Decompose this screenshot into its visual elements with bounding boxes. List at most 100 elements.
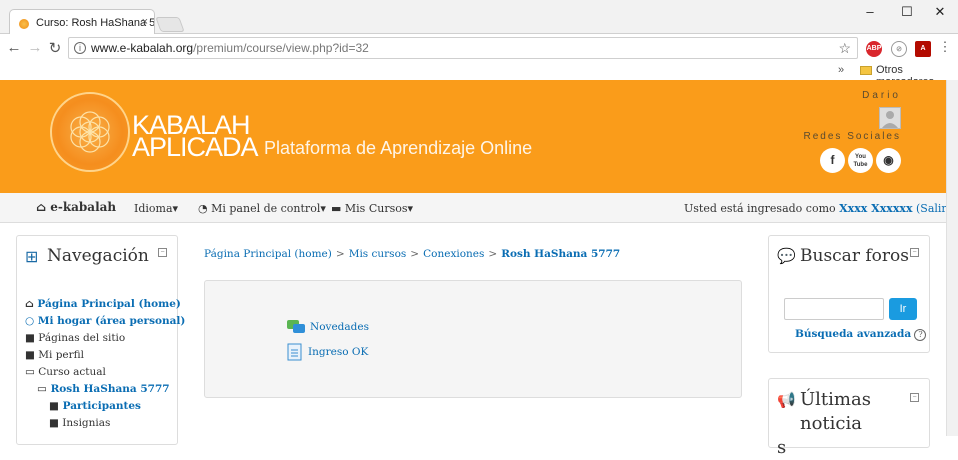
latest-news-title-line1: Últimas noticia [800, 389, 871, 434]
navbar-home-label: e-kabalah [50, 200, 117, 214]
logged-in-info: Usted está ingresado como Xxxx Xxxxxx (S… [684, 202, 951, 215]
page-icon [287, 343, 302, 361]
nav-item-site-pages[interactable]: ■ Páginas del sitio [25, 332, 125, 344]
folder-icon: ■ [49, 417, 63, 429]
globe-icon[interactable]: ◉ [876, 148, 901, 173]
user-avatar[interactable] [879, 107, 901, 129]
comments-icon: 💬 [777, 248, 796, 265]
folder-icon: ■ [25, 332, 39, 344]
latest-news-block: 📢 Últimas noticia s − [768, 378, 930, 458]
advanced-search-link[interactable]: Búsqueda avanzada [795, 328, 911, 340]
briefcase-icon: ▬ [331, 202, 345, 215]
page-scrollbar[interactable] [946, 80, 958, 436]
maximize-button[interactable]: ☐ [897, 4, 917, 20]
browser-toolbar: ← → ↻ i www.e-kabalah.org/premium/course… [0, 34, 958, 62]
navigation-title: Navegación [47, 246, 149, 266]
pdf-extension-icon[interactable]: A [915, 41, 931, 57]
bullhorn-icon: 📢 [777, 392, 796, 409]
nav-item-label: Insignias [62, 417, 111, 429]
bookmarks-overflow-chevron[interactable]: » [838, 64, 844, 76]
nav-item-dashboard[interactable]: ○ Mi hogar (área personal) [25, 315, 185, 327]
social-networks-label: Redes Sociales [803, 131, 901, 142]
browser-tab[interactable]: Curso: Rosh HaShana 57 × [9, 9, 155, 35]
back-arrow-icon[interactable]: ← [5, 39, 23, 56]
nav-item-badges[interactable]: ■ Insignias [49, 417, 110, 429]
browser-menu-icon[interactable]: ⋮ [936, 39, 954, 55]
url-domain: www.e-kabalah.org [91, 41, 194, 55]
my-courses-menu[interactable]: ▬ Mis Cursos▾ [331, 202, 413, 215]
nav-item-label: Mi hogar (área personal) [37, 315, 186, 327]
activity-forum-news[interactable]: Novedades [287, 319, 369, 335]
language-menu-label: Idioma [134, 202, 173, 215]
dashboard-menu[interactable]: ◔ Mi panel de control▾ [198, 202, 326, 215]
new-tab-button[interactable] [155, 17, 185, 32]
forum-icon [287, 320, 305, 333]
breadcrumb-current-course[interactable]: Rosh HaShana 5777 [501, 248, 620, 260]
nav-item-label: Curso actual [38, 366, 106, 378]
user-name[interactable]: Dario [862, 90, 901, 101]
nav-item-participants[interactable]: ■ Participantes [49, 400, 141, 412]
minimize-button[interactable]: – [860, 4, 880, 19]
tab-close-icon[interactable]: × [142, 16, 148, 28]
address-bar[interactable]: i www.e-kabalah.org/premium/course/view.… [68, 37, 858, 59]
tab-title: Curso: Rosh HaShana 57 [36, 17, 155, 29]
breadcrumb-my-courses[interactable]: Mis cursos [349, 248, 407, 260]
language-menu[interactable]: Idioma▾ [134, 202, 178, 215]
activity-label: Ingreso OK [308, 346, 369, 358]
logged-user-link[interactable]: Xxxx Xxxxxx [839, 202, 912, 215]
home-icon: ⌂ [36, 200, 51, 214]
nav-item-profile[interactable]: ■ Mi perfil [25, 349, 84, 361]
search-forums-block: 💬 Buscar foros − Ir Búsqueda avanzada ? [768, 235, 930, 353]
collapse-block-icon[interactable]: − [910, 248, 919, 257]
help-icon[interactable]: ? [914, 329, 927, 341]
bookmarks-bar: » Otros marcadores [0, 62, 958, 88]
web-page: KABALAH APLICADA Plataforma de Aprendiza… [0, 80, 951, 458]
navigation-block: ⊞ Navegación − ⌂ Página Principal (home)… [16, 235, 185, 445]
caret-down-icon: ▾ [407, 202, 414, 215]
nav-item-current-course[interactable]: ▭ Curso actual [25, 366, 106, 378]
breadcrumb-separator: > [488, 248, 498, 260]
breadcrumb-separator: > [410, 248, 420, 260]
folder-icon: ■ [25, 349, 39, 361]
folder-open-icon: ▭ [37, 383, 51, 395]
forum-search-input[interactable] [784, 298, 884, 320]
bookmark-star-icon[interactable]: ☆ [838, 40, 851, 57]
site-tagline: Plataforma de Aprendizaje Online [264, 138, 533, 158]
close-window-button[interactable]: ✕ [930, 4, 950, 20]
logged-in-prefix: Usted está ingresado como [684, 202, 836, 215]
site-header: KABALAH APLICADA Plataforma de Aprendiza… [0, 80, 946, 193]
site-favicon-icon [19, 19, 29, 29]
activity-label: Novedades [310, 321, 369, 333]
breadcrumb-home[interactable]: Página Principal (home) [204, 248, 332, 260]
adblock-plus-icon[interactable]: ABP [866, 41, 882, 57]
youtube-icon[interactable]: You Tube [848, 148, 873, 173]
breadcrumb: Página Principal (home) > Mis cursos > Conex… [204, 248, 620, 260]
nav-item-label: Mi perfil [38, 349, 85, 361]
extension-clock-icon[interactable]: ⊘ [891, 41, 907, 57]
folder-icon [860, 66, 872, 75]
course-section: Novedades Ingreso OK [204, 280, 742, 398]
url-path: /premium/course/view.php?id=32 [193, 41, 369, 55]
sitemap-icon: ⊞ [25, 249, 39, 266]
site-navbar: ⌂ e-kabalah Idioma▾ ◔ Mi panel de contro… [0, 193, 951, 223]
collapse-block-icon[interactable]: − [910, 393, 919, 402]
kabalah-logo-icon [50, 92, 130, 172]
browser-tab-strip: Curso: Rosh HaShana 57 × – ☐ ✕ [0, 0, 958, 35]
breadcrumb-category[interactable]: Conexiones [423, 248, 484, 260]
caret-down-icon: ▾ [320, 202, 326, 215]
nav-item-course[interactable]: ▭ Rosh HaShana 5777 [37, 383, 170, 395]
forward-arrow-icon[interactable]: → [26, 39, 44, 56]
navbar-home-link[interactable]: ⌂ e-kabalah [36, 200, 116, 214]
nav-item-home[interactable]: ⌂ Página Principal (home) [25, 298, 181, 310]
dashboard-icon: ◔ [198, 202, 212, 215]
forum-search-button[interactable]: Ir [889, 298, 917, 320]
reload-icon[interactable]: ↻ [46, 39, 64, 57]
site-info-icon[interactable]: i [74, 42, 86, 54]
advanced-search-row: Búsqueda avanzada ? [795, 328, 927, 341]
facebook-icon[interactable]: f [820, 148, 845, 173]
folder-open-icon: ▭ [25, 366, 39, 378]
flower-of-life-icon [70, 111, 110, 153]
activity-page-ingreso[interactable]: Ingreso OK [287, 343, 368, 361]
collapse-block-icon[interactable]: − [158, 248, 167, 257]
brand-line-2: APLICADA [132, 132, 259, 162]
